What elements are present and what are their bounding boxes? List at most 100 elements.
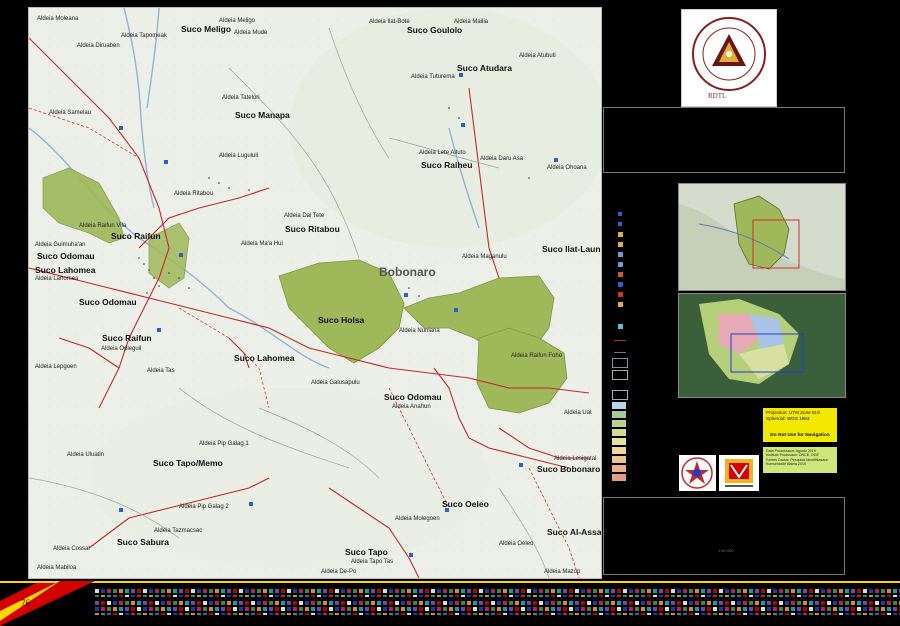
source-line: Komunidade Aldeia 2019 [766,461,806,466]
water-point-icon [618,262,623,267]
institute-logo [719,455,759,491]
notes-panel [603,497,845,575]
aldeia-label: Aldeia Maganulu [462,254,507,260]
aldeia-label: Aldeia Daru Asa [480,156,524,162]
aldeia-label: Aldeia Lesigatal [554,456,597,462]
aldeia-label: Aldeia Pip Galag 2 [179,504,229,510]
ministry-logo [679,455,716,491]
aldeia-label: Aldeia Tazmacsac [154,528,203,534]
suco-label: Suco Lahomea [35,265,96,275]
elevation-swatch [612,420,626,427]
boundary-legend [612,358,628,368]
atlas-page: { "page_number": "76", "seal": { "text":… [0,0,900,626]
elevation-swatch [612,456,626,463]
aldeia-label: Aldeia Molegoen [395,516,440,522]
aldeia-label: Aldeia Ilat-Bote [369,19,410,25]
aldeia-label: Aldeia Raifun Vila [79,223,127,229]
aldeia-label: Aldeia Guimuha'an [35,242,86,248]
church-icon [618,242,623,247]
star-emblem-icon [681,457,713,489]
inset-map-canvas [679,184,845,290]
aldeia-label: Aldeia Mailia [454,19,489,25]
town-label: Bobonaro [379,265,436,279]
aldeia-label: Aldeia Cossal [53,546,90,552]
inset-map-country-canvas [679,294,845,397]
aldeia-label: Aldeia Lugululi [219,153,259,159]
aldeia-label: Aldeia Tapo Tas [351,559,394,565]
tais-footer-band [0,581,900,626]
suco-label: Suco Atudara [457,63,512,73]
health-post-icon [618,292,623,297]
road-legend [614,340,626,341]
aldeia-label: Aldeia Lahomea [35,276,79,282]
aldeia-label: Aldeia Raifun Foho [511,353,563,359]
suco-label: Suco Raifun [102,333,152,343]
suco-label: Suco Raiheu [421,160,473,170]
office-icon [618,282,623,287]
suco-label: Suco Bobonaro [537,464,601,474]
suco-label: Suco Ritabou [285,224,340,234]
aldeia-label: Aldeia De-Po [321,569,357,575]
aldeia-label: Aldeia Anahun [392,404,431,410]
suco-label: Suco Odomau [79,297,137,307]
suco-label: Suco Odomau [37,251,95,261]
aldeia-label: Aldeia Ritabou [174,191,214,197]
boundary-legend [612,390,628,400]
inset-map-country[interactable] [678,293,846,398]
scale-text: 1:50,000 [718,548,734,553]
map-canvas [29,8,601,578]
aldeia-label: Aldeia Oeleo [499,541,534,547]
aldeia-label: Aldeia Lepgoen [35,364,77,370]
suco-label: Suco Raifun [111,231,161,241]
elevation-swatch [612,474,626,481]
suco-label: Suco Lahomea [234,353,295,363]
aldeia-label: Aldeia Galusapulu [311,380,360,386]
aldeia-label: Aldeia Mude [234,30,268,36]
aldeia-label: Aldeia Samelau [49,110,92,116]
suco-label: Suco Sabura [117,537,169,547]
seal-box: RDTL [681,9,777,107]
office-icon [618,222,622,226]
aldeia-label: Aldeia Moleana [37,16,79,22]
suco-label: Suco Tapo [345,547,388,557]
page-number: 76 [21,598,30,608]
navigation-warning: Do Not Use for Navigation [763,430,837,441]
aldeia-label: Aldeia Diruaben [77,43,120,49]
suco-label: Suco Ilat-Laun [542,244,601,254]
aldeia-label: Aldeia Ma'a Hui [241,241,283,247]
elevation-swatch [612,402,626,409]
elevation-swatch [612,438,626,445]
market-icon [618,232,623,237]
map-legend [608,200,632,500]
school-icon [618,212,622,216]
elevation-swatch [612,447,626,454]
market-icon [618,302,623,307]
elevation-swatch [612,465,626,472]
suco-label: Suco Manapa [235,110,290,120]
elevation-swatch [612,411,626,418]
suco-label: Suco Tapo/Memo [153,458,223,468]
aldeia-label: Aldeia Tas [147,368,175,374]
institute-emblem-icon [725,459,753,487]
church-icon [618,272,623,277]
boundary-legend [612,370,628,380]
aldeia-label: Aldeia Nunlana [399,328,440,334]
aldeia-label: Aldeia Tapomeak [121,33,167,39]
suco-label: Suco Goulolo [407,25,463,35]
main-map[interactable]: Aldeia Moleana Aldeia Meligo Suco Meligo… [28,7,602,579]
inset-map-region[interactable] [678,183,846,291]
title-panel [603,107,845,173]
aldeia-label: Aldeia Uat [564,410,592,416]
aldeia-label: Aldeia Pip Galag 1 [199,441,249,447]
rdtl-seal-icon [692,17,766,91]
aldeia-label: Aldeia Dai Tete [284,213,325,219]
suco-label: Suco Odomau [384,392,442,402]
tais-pattern-icon [0,581,900,626]
elevation-swatch [612,429,626,436]
water-point-icon [618,252,623,257]
seal-monogram: RDTL [708,92,727,100]
water-point-icon [618,324,623,329]
aldeia-label: Aldeia Lete Aituto [419,150,466,156]
aldeia-label: Aldeia Ohoana [547,165,587,171]
aldeia-label: Aldeia Tatelori [222,95,260,101]
